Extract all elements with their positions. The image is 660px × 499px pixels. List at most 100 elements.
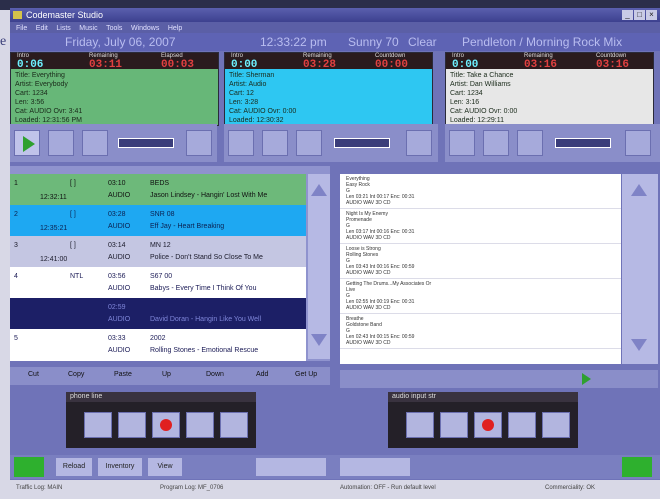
record-button[interactable] <box>474 412 502 438</box>
volume-slider[interactable] <box>334 138 390 148</box>
reload-button[interactable]: Reload <box>56 458 92 476</box>
cue-button[interactable] <box>625 130 651 156</box>
save-icon[interactable] <box>84 412 112 438</box>
status-bar: Traffic Log: MAIN Program Log: MF_0706 A… <box>10 480 660 499</box>
status-automation: Automation: OFF - Run default level <box>340 485 436 491</box>
bottom-toolbar: Reload Inventory View <box>10 455 660 479</box>
deck-line: Artist: Audio <box>229 81 267 88</box>
cut-button[interactable]: Cut <box>28 371 39 378</box>
record-button[interactable] <box>152 412 180 438</box>
playlist-row[interactable]: 2 12:35:21 [ ] 03:28 SNR 08 AUDIO Eff Jay - He… <box>10 205 306 237</box>
play-button[interactable] <box>14 130 40 156</box>
paste-button[interactable]: Paste <box>114 371 132 378</box>
pause-button[interactable] <box>262 130 288 156</box>
edit-icon[interactable] <box>118 412 146 438</box>
window-title: Codemaster Studio <box>26 10 104 20</box>
green-right-button[interactable] <box>622 457 652 477</box>
deck1-controls <box>10 124 217 162</box>
inventory-button[interactable]: Inventory <box>98 458 142 476</box>
deck-counter: 00:03 <box>161 59 195 71</box>
deck-header: Intro 0:00 Remaining 03:16 Countdown 03:16 <box>446 53 653 71</box>
library-list[interactable]: Everything Easy Rock G Len 03:21 Int 00:17 … <box>340 174 621 364</box>
recorder-2: audio input str <box>388 392 578 448</box>
deck-header: Intro 0:00 Remaining 03:28 Countdown 00:00 <box>225 53 432 71</box>
up-button[interactable]: Up <box>162 371 171 378</box>
playlist-row[interactable]: 3 12:41:00 [ ] 03:14 MN 12 AUDIO Police - Don'… <box>10 236 306 268</box>
close-button[interactable]: × <box>646 10 657 20</box>
pause-button[interactable] <box>483 130 509 156</box>
deck-line: Title: Take a Chance <box>450 72 514 79</box>
row-n: 2 <box>14 211 18 218</box>
minimize-button[interactable]: _ <box>622 10 633 20</box>
stop-button[interactable] <box>82 130 108 156</box>
copy-button[interactable]: Copy <box>68 371 84 378</box>
green-left-button[interactable] <box>14 457 44 477</box>
eject-button[interactable] <box>517 130 543 156</box>
scroll-down-icon[interactable] <box>311 334 327 346</box>
view-button[interactable]: View <box>148 458 182 476</box>
library-item[interactable]: Night Is My Enemy Promenade G Len 03:17 Int… <box>340 209 621 244</box>
play-icon <box>23 136 35 152</box>
cue-button[interactable] <box>186 130 212 156</box>
playlist-row[interactable]: 1 12:32:11 [ ] 03:10 BEDS AUDIO Jason Lindsey … <box>10 174 306 206</box>
eject-button[interactable] <box>296 130 322 156</box>
scroll-up-icon[interactable] <box>631 184 647 196</box>
cue-button[interactable] <box>406 130 432 156</box>
row-cat: AUDIO <box>108 192 131 199</box>
program-text: Pendleton / Morning Rock Mix <box>462 35 623 49</box>
deck-line: Artist: Dan Williams <box>450 81 511 88</box>
library-scrollbar[interactable] <box>622 174 658 364</box>
play-button[interactable] <box>228 130 254 156</box>
recorder-label: phone line <box>66 392 256 402</box>
row-title: David Doran - Hangin Like You Well <box>150 316 262 323</box>
deck-line: Len: 3:56 <box>15 99 45 106</box>
pause-button[interactable] <box>48 130 74 156</box>
play-button[interactable] <box>186 412 214 438</box>
library-item[interactable]: Loose is Strong Rolling Stones G Len 03:43 … <box>340 244 621 279</box>
play-button[interactable] <box>449 130 475 156</box>
volume-slider[interactable] <box>118 138 174 148</box>
volume-slider[interactable] <box>555 138 611 148</box>
row-cat: AUDIO <box>108 347 131 354</box>
edit-icon[interactable] <box>440 412 468 438</box>
down-button[interactable]: Down <box>206 371 224 378</box>
row-len: 03:10 <box>108 180 126 187</box>
add-button[interactable]: Add <box>256 371 268 378</box>
deck-counter: 0:00 <box>231 59 258 71</box>
playlist-scrollbar[interactable] <box>308 174 330 359</box>
transport-play-button[interactable] <box>256 458 326 476</box>
deck-info: Title: Everything Artist: Everybody Cart: … <box>11 69 218 125</box>
deck-info: Title: Sherman Artist: Audio Cart: 12 Len: … <box>225 69 432 125</box>
maximize-button[interactable]: □ <box>634 10 645 20</box>
library-item[interactable]: Getting The Drums...My Associates Or Live… <box>340 279 621 314</box>
row-title: Babys - Every Time I Think Of You <box>150 285 257 292</box>
deck2-controls <box>224 124 438 162</box>
playlist-row[interactable]: 5 03:33 2002 AUDIO Rolling Stones - Emotiona… <box>10 329 306 361</box>
scroll-down-icon[interactable] <box>631 339 647 351</box>
weather-text: Clear <box>408 35 437 49</box>
deck-2: Intro 0:00 Remaining 03:28 Countdown 00:00 Tit… <box>224 52 433 126</box>
get-up-button[interactable]: Get Up <box>295 371 317 378</box>
play-button[interactable] <box>508 412 536 438</box>
playlist-row[interactable]: 4 NTL 03:56 S67 00 AUDIO Babys - Every Time I… <box>10 267 306 299</box>
eject-button[interactable] <box>542 412 570 438</box>
date-bar: Friday, July 06, 2007 12:33:22 pm Sunny … <box>10 33 660 51</box>
row-n: 3 <box>14 242 18 249</box>
deck-header: Intro 0:06 Remaining 03:11 Elapsed 00:03 <box>11 53 218 71</box>
transport-stop-button[interactable] <box>340 458 410 476</box>
row-n: 5 <box>14 335 18 342</box>
library-item[interactable]: Everything Easy Rock G Len 03:21 Int 00:17 … <box>340 174 621 209</box>
status-commercial: Commerciality: OK <box>545 485 596 491</box>
eject-button[interactable] <box>220 412 248 438</box>
row-code: SNR 08 <box>150 211 175 218</box>
library-item[interactable]: Breathe Goldstone Band G Len 02:43 Int 00:1… <box>340 314 621 349</box>
record-icon <box>482 419 494 431</box>
play-icon[interactable] <box>582 373 591 385</box>
save-icon[interactable] <box>406 412 434 438</box>
row-cat: AUDIO <box>108 285 131 292</box>
playlist-row[interactable]: 02:59 AUDIO David Doran - Hangin Like You … <box>10 298 306 330</box>
scroll-up-icon[interactable] <box>311 184 327 196</box>
page-edge-letter: e <box>0 34 7 49</box>
deck-line: Cart: 12 <box>229 90 254 97</box>
row-len: 03:14 <box>108 242 126 249</box>
